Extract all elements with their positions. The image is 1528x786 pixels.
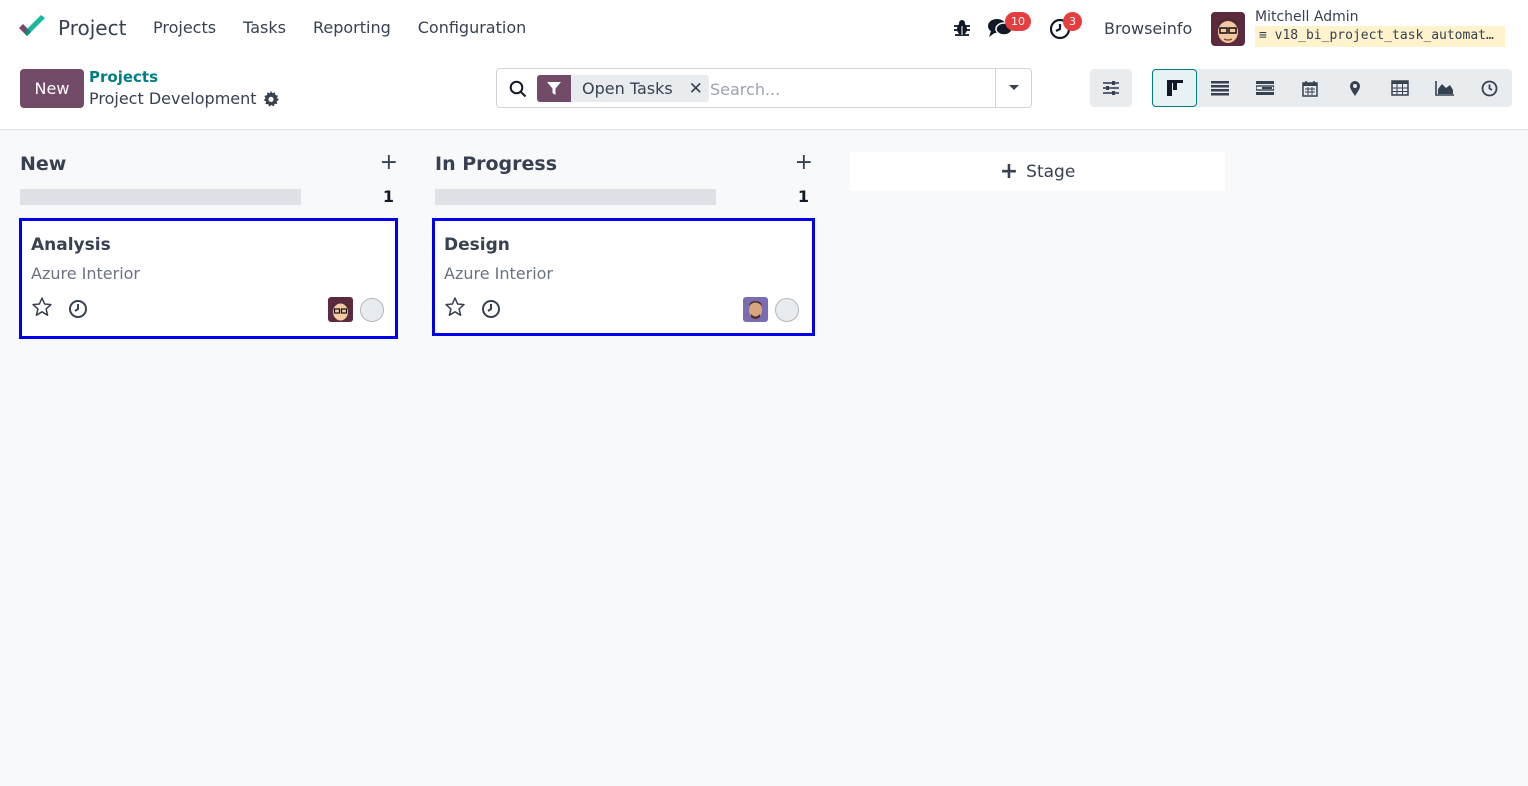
- column-progress-bar[interactable]: [20, 189, 301, 205]
- avatar-image: [1211, 12, 1245, 46]
- menu-configuration[interactable]: Configuration: [418, 18, 527, 37]
- breadcrumb-current-label: Project Development: [89, 89, 257, 108]
- kanban-icon: [1166, 80, 1183, 96]
- kanban-card-analysis[interactable]: Analysis Azure Interior: [19, 218, 398, 339]
- list-view-button[interactable]: [1197, 69, 1242, 107]
- activity-clock-icon: [1481, 80, 1498, 96]
- search-options-toggle[interactable]: [995, 69, 1031, 107]
- star-icon[interactable]: [31, 296, 53, 318]
- card-title: Analysis: [31, 235, 111, 255]
- menu-tasks[interactable]: Tasks: [243, 18, 286, 37]
- map-view-button[interactable]: [1332, 69, 1377, 107]
- pivot-view-button[interactable]: [1377, 69, 1422, 107]
- database-name: ≡ v18_bi_project_task_automation: [1255, 26, 1505, 47]
- pivot-table-icon: [1390, 80, 1409, 96]
- user-avatar[interactable]: [1211, 12, 1245, 46]
- main-menu: Projects Tasks Reporting Configuration: [153, 18, 553, 37]
- quick-create-icon[interactable]: +: [380, 152, 398, 174]
- messages-button[interactable]: 10: [987, 12, 1031, 43]
- list-icon: [1210, 81, 1229, 96]
- avatar-image: [743, 297, 768, 322]
- project-app-icon: [19, 15, 45, 36]
- column-count: 1: [797, 187, 809, 206]
- calendar-view-button[interactable]: [1287, 69, 1332, 107]
- area-chart-icon: [1434, 81, 1454, 96]
- company-switcher[interactable]: Browseinfo: [1104, 19, 1192, 38]
- gantt-view-button[interactable]: [1242, 69, 1287, 107]
- task-state-indicator[interactable]: [775, 298, 799, 322]
- gantt-icon: [1255, 81, 1274, 95]
- remove-facet-icon[interactable]: ✕: [683, 79, 709, 99]
- assignee-avatar[interactable]: [328, 297, 353, 322]
- avatar-image: [328, 297, 353, 322]
- search-bar: Open Tasks ✕: [496, 68, 1032, 108]
- card-title: Design: [444, 235, 510, 255]
- search-input[interactable]: [710, 76, 990, 102]
- task-state-indicator[interactable]: [360, 298, 384, 322]
- caret-down-icon: [1008, 85, 1019, 90]
- assignee-avatar[interactable]: [743, 297, 768, 322]
- card-customer: Azure Interior: [444, 264, 554, 283]
- breadcrumb-projects[interactable]: Projects: [89, 68, 158, 86]
- calendar-icon: [1301, 80, 1318, 97]
- activity-clock-icon[interactable]: [68, 299, 88, 319]
- activity-clock-icon[interactable]: [481, 299, 501, 319]
- messages-badge: 10: [1005, 12, 1031, 31]
- control-panel: New Projects Project Development Open Ta…: [0, 58, 1528, 130]
- kanban-view-button[interactable]: [1152, 69, 1197, 107]
- sliders-icon: [1103, 81, 1119, 95]
- view-switcher: [1152, 69, 1512, 107]
- view-settings-button[interactable]: [1090, 69, 1132, 107]
- graph-view-button[interactable]: [1422, 69, 1467, 107]
- user-name[interactable]: Mitchell Admin: [1255, 9, 1359, 25]
- column-title: In Progress: [435, 153, 558, 175]
- database-icon: ≡: [1259, 28, 1267, 43]
- search-icon[interactable]: [509, 80, 527, 98]
- card-customer: Azure Interior: [31, 264, 141, 283]
- kanban-card-design[interactable]: Design Azure Interior: [432, 218, 815, 336]
- add-stage-button[interactable]: + Stage: [850, 152, 1225, 191]
- add-stage-label: Stage: [1026, 161, 1076, 182]
- search-facet: Open Tasks ✕: [537, 75, 709, 102]
- menu-reporting[interactable]: Reporting: [313, 18, 391, 37]
- new-button[interactable]: New: [20, 69, 84, 108]
- menu-projects[interactable]: Projects: [153, 18, 216, 37]
- breadcrumb-current: Project Development: [89, 89, 279, 108]
- facet-label: Open Tasks: [582, 79, 673, 98]
- app-name: Project: [58, 16, 127, 40]
- database-label: v18_bi_project_task_automation: [1274, 28, 1505, 43]
- debug-icon[interactable]: [952, 18, 972, 38]
- activities-button[interactable]: 3: [1049, 12, 1082, 44]
- column-count: 1: [382, 187, 394, 206]
- column-title: New: [20, 153, 67, 175]
- app-brand[interactable]: Project: [18, 14, 126, 42]
- column-progress-bar[interactable]: [435, 189, 716, 205]
- plus-icon: +: [999, 158, 1019, 184]
- star-icon[interactable]: [444, 296, 466, 318]
- activity-view-button[interactable]: [1467, 69, 1512, 107]
- quick-create-icon[interactable]: +: [795, 152, 813, 174]
- map-marker-icon: [1349, 80, 1360, 96]
- top-navbar: Project Projects Tasks Reporting Configu…: [0, 0, 1528, 58]
- filter-icon: [537, 75, 571, 102]
- gear-icon[interactable]: [263, 90, 279, 107]
- activities-badge: 3: [1063, 12, 1082, 31]
